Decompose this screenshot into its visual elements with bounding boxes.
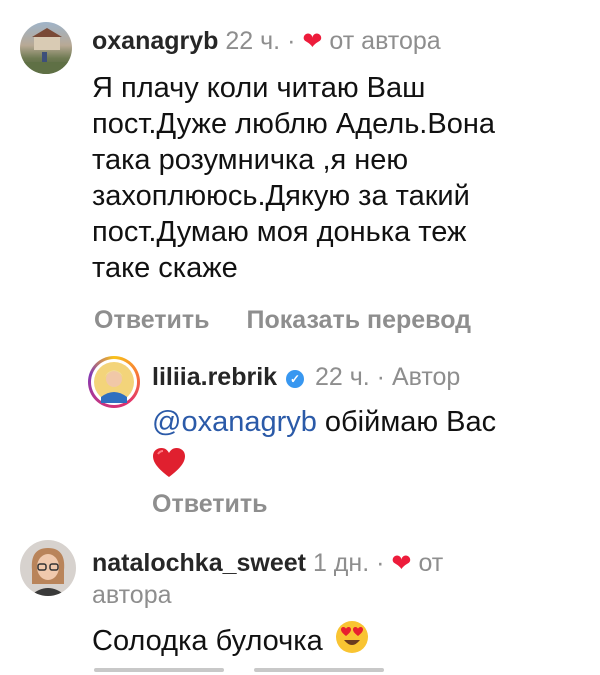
comment-text: Я плачу коли читаю Ваш пост.Дуже люблю А… [92,70,495,286]
reply-button[interactable]: Ответить [94,306,210,334]
avatar[interactable] [88,356,140,408]
comment-meta: natalochka_sweet 1 дн. · ❤ от [92,548,443,579]
comment-text: Солодка булочка [92,620,369,659]
comment-actions: Ответить [152,490,298,519]
timestamp: 22 ч. [314,363,370,391]
liked-by-author-label-continued: автора [92,581,172,609]
avatar-photo-icon [94,362,134,403]
liked-by-author-label: от автора [329,27,441,55]
mention-link[interactable]: @oxanagryb [152,406,317,438]
avatar-photo-icon [30,548,66,596]
timestamp: 22 ч. [225,27,281,55]
separator-dot: · [376,549,385,577]
show-translation-button[interactable]: Показать перевод [246,306,471,334]
comment-actions: Ответить Показать перевод [94,306,501,335]
separator-dot: · [287,27,296,55]
timestamp: 1 дн. [312,549,370,577]
red-heart-emoji-icon [153,448,185,478]
comment-body: обіймаю Вас [316,406,497,438]
comment-text: @oxanagryb обіймаю Вас [152,404,496,480]
comment-body: Солодка булочка [92,625,323,657]
comment-line: Я плачу коли читаю Ваш [92,72,426,104]
avatar[interactable] [20,22,72,74]
username[interactable]: liliia.rebrik [152,363,277,391]
author-label: Автор [391,363,461,391]
comment-line: захоплююсь.Дякую за такий [92,180,470,212]
comment-meta: oxanagryb 22 ч. · ❤ от автора [92,26,441,57]
separator-dot: · [376,363,385,391]
comment-line: така розумничка ,я нею [92,144,409,176]
liked-heart-icon: ❤ [391,550,412,577]
reply-button[interactable]: Ответить [152,490,268,518]
heart-eyes-emoji-icon [335,621,368,653]
comment-line: таке скаже [92,252,238,284]
liked-heart-icon: ❤ [302,28,323,55]
verified-badge-icon: ✓ [286,370,305,388]
comment-line: пост.Думаю моя донька теж [92,216,467,248]
comment-line: пост.Дуже люблю Адель.Вона [92,108,495,140]
avatar-photo-icon [20,28,72,74]
liked-by-author-label: от [418,549,444,577]
username[interactable]: natalochka_sweet [92,549,306,577]
comment-meta-continued: автора [92,580,172,610]
comment-meta: liliia.rebrik ✓ 22 ч. · Автор [152,362,460,392]
avatar[interactable] [20,540,76,596]
username[interactable]: oxanagryb [92,27,218,55]
clipped-actions-row [94,668,384,675]
